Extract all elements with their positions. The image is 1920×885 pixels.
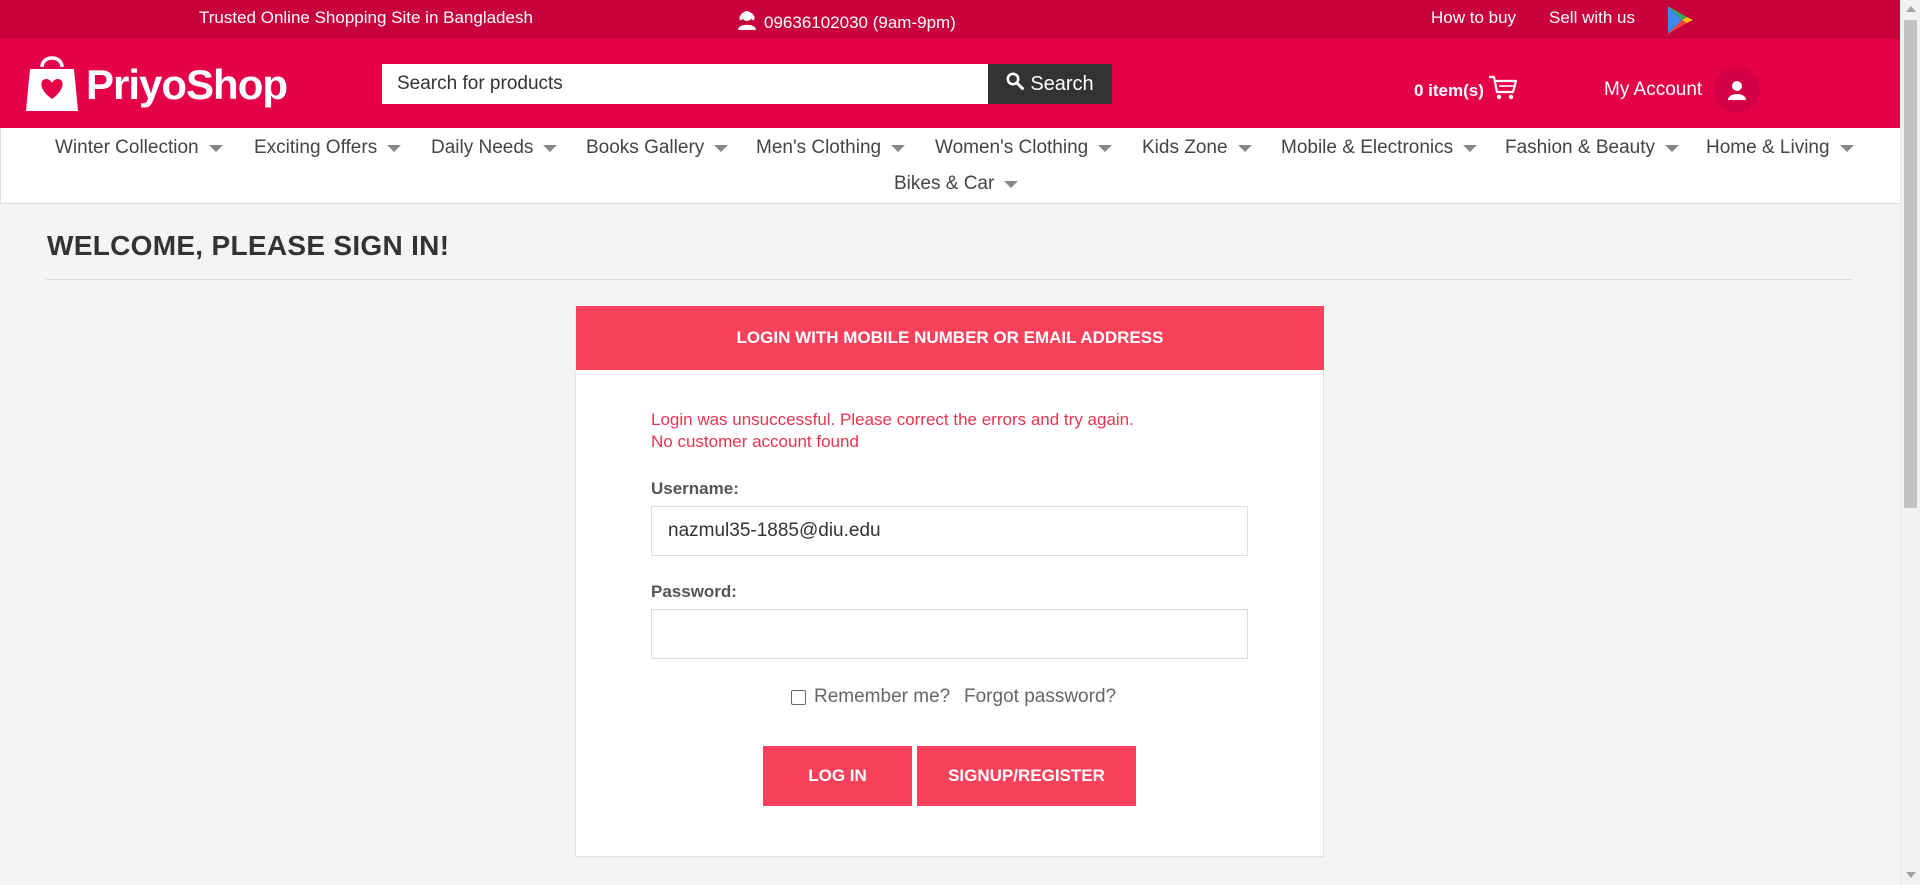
signup-register-button[interactable]: SIGNUP/REGISTER — [917, 746, 1136, 806]
nav-item-daily-needs[interactable]: Daily Needs — [431, 137, 558, 159]
tagline: Trusted Online Shopping Site in Banglade… — [199, 8, 533, 27]
nav-item-home-living[interactable]: Home & Living — [1706, 137, 1854, 159]
password-field[interactable] — [651, 609, 1248, 659]
login-error-message: Login was unsuccessful. Please correct t… — [651, 410, 1134, 429]
nav-item-mobile-electronics[interactable]: Mobile & Electronics — [1281, 137, 1478, 159]
nav-item-label: Books Gallery — [586, 137, 705, 158]
nav-item-label: Women's Clothing — [935, 137, 1089, 158]
nav-item-label: Kids Zone — [1142, 137, 1228, 158]
chevron-down-icon — [387, 144, 402, 152]
cart-count: 0 item(s) — [1414, 80, 1484, 100]
logo[interactable]: PriyoShop — [24, 51, 288, 118]
scroll-down-icon[interactable] — [1906, 872, 1916, 878]
my-account-link[interactable]: My Account — [1604, 67, 1761, 113]
page-scrollbar[interactable] — [1900, 0, 1920, 885]
login-error-detail: No customer account found — [651, 432, 859, 451]
sell-with-us-link[interactable]: Sell with us — [1549, 8, 1635, 28]
search-input[interactable] — [382, 64, 988, 104]
username-label: Username: — [651, 479, 739, 498]
chevron-down-icon — [1237, 144, 1252, 152]
remember-me-checkbox[interactable] — [791, 689, 806, 705]
google-play-icon[interactable] — [1665, 4, 1695, 36]
support-phone: 09636102030 (9am-9pm) — [736, 9, 956, 36]
nav-item-fashion-beauty[interactable]: Fashion & Beauty — [1505, 137, 1679, 159]
forgot-password-link[interactable]: Forgot password? — [964, 686, 1116, 708]
cart-link[interactable]: 0 item(s) — [1414, 75, 1518, 106]
search-button[interactable]: Search — [988, 64, 1112, 104]
nav-item-kids-zone[interactable]: Kids Zone — [1142, 137, 1252, 159]
login-card-header: LOGIN WITH MOBILE NUMBER OR EMAIL ADDRES… — [576, 306, 1324, 370]
category-nav: Winter Collection Exciting Offers Daily … — [0, 128, 1900, 204]
nav-item-womens-clothing[interactable]: Women's Clothing — [935, 137, 1113, 159]
nav-item-label: Winter Collection — [55, 137, 199, 158]
chevron-down-icon — [1004, 180, 1019, 188]
nav-item-label: Mobile & Electronics — [1281, 137, 1454, 158]
page-title: WELCOME, PLEASE SIGN IN! — [47, 230, 450, 261]
chevron-down-icon — [208, 144, 223, 152]
nav-item-label: Exciting Offers — [254, 137, 378, 158]
nav-item-label: Bikes & Car — [894, 173, 995, 194]
chevron-down-icon — [1463, 144, 1478, 152]
search-icon — [1006, 72, 1025, 96]
nav-item-books-gallery[interactable]: Books Gallery — [586, 137, 729, 159]
support-agent-icon — [736, 9, 758, 36]
remember-me-label: Remember me? — [814, 686, 951, 707]
nav-item-label: Home & Living — [1706, 137, 1830, 158]
chevron-down-icon — [1098, 144, 1113, 152]
user-icon — [1714, 67, 1761, 113]
password-label: Password: — [651, 582, 737, 601]
chevron-down-icon — [1664, 144, 1679, 152]
nav-item-mens-clothing[interactable]: Men's Clothing — [756, 137, 906, 159]
title-divider — [46, 279, 1852, 280]
chevron-down-icon — [891, 144, 906, 152]
username-field[interactable] — [651, 506, 1248, 556]
top-bar: Trusted Online Shopping Site in Banglade… — [0, 0, 1900, 39]
nav-item-label: Men's Clothing — [756, 137, 882, 158]
how-to-buy-link[interactable]: How to buy — [1431, 8, 1516, 28]
cart-icon — [1488, 75, 1518, 106]
login-button[interactable]: LOG IN — [763, 746, 912, 806]
search-button-label: Search — [1030, 72, 1094, 95]
nav-item-exciting-offers[interactable]: Exciting Offers — [254, 137, 402, 159]
chevron-down-icon — [543, 144, 558, 152]
chevron-down-icon — [1839, 144, 1854, 152]
page: Trusted Online Shopping Site in Banglade… — [0, 0, 1900, 885]
nav-item-label: Daily Needs — [431, 137, 534, 158]
my-account-label: My Account — [1604, 79, 1703, 100]
scroll-up-icon[interactable] — [1906, 6, 1916, 12]
nav-item-winter-collection[interactable]: Winter Collection — [55, 137, 223, 159]
phone-number: 09636102030 (9am-9pm) — [764, 12, 956, 32]
shopping-bag-heart-icon — [24, 51, 80, 118]
chevron-down-icon — [714, 144, 729, 152]
nav-item-bikes-car[interactable]: Bikes & Car — [894, 173, 1019, 195]
remember-me[interactable]: Remember me? — [791, 686, 950, 708]
scrollbar-thumb[interactable] — [1904, 20, 1917, 508]
nav-item-label: Fashion & Beauty — [1505, 137, 1655, 158]
logo-text: PriyoShop — [86, 60, 288, 108]
header: PriyoShop Search 0 item(s) — [0, 39, 1900, 128]
